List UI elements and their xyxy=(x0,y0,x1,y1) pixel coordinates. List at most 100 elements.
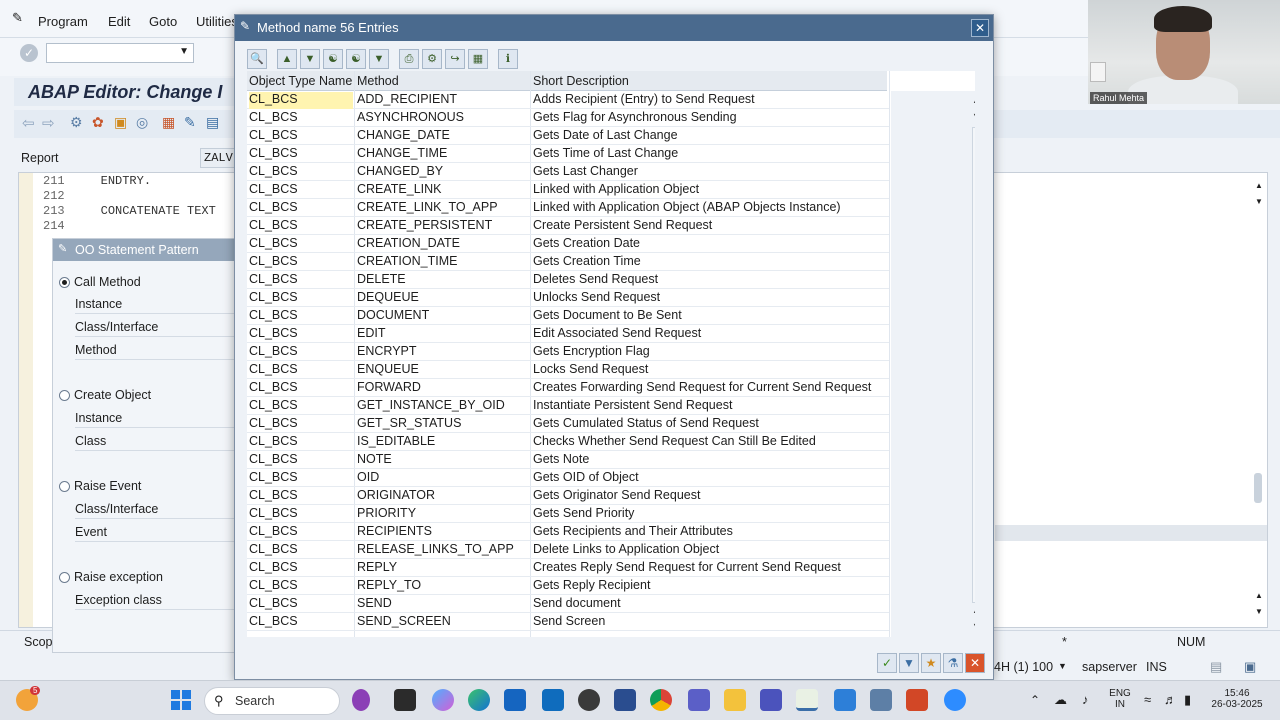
table-row[interactable]: CL_BCS ASYNCHRONOUS Gets Flag for Asynchro… xyxy=(247,109,889,127)
editor-scrollbar[interactable]: ▲ ▼ ▲ ▼ xyxy=(1251,173,1267,627)
table-row[interactable]: CL_BCS NOTE Gets Note xyxy=(247,451,889,469)
description-cell[interactable]: Gets Reply Recipient xyxy=(533,578,650,592)
method-cell[interactable]: CREATE_LINK xyxy=(357,182,442,196)
sap-gui-icon[interactable] xyxy=(796,689,818,711)
table-row[interactable]: CL_BCS REPLY Creates Reply Send Request fo… xyxy=(247,559,889,577)
method-cell[interactable]: ORIGINATOR xyxy=(357,488,435,502)
column-header[interactable]: Object Type Name xyxy=(249,74,352,88)
method-cell[interactable]: DEQUEUE xyxy=(357,290,419,304)
menu-edit[interactable]: Edit xyxy=(108,14,130,29)
teams-icon[interactable] xyxy=(760,689,782,711)
sap-editor-icon[interactable] xyxy=(870,689,892,711)
method-cell[interactable]: CREATION_TIME xyxy=(357,254,457,268)
column-header[interactable]: Short Description xyxy=(533,74,629,88)
cancel-button[interactable]: ✕ xyxy=(965,653,985,673)
table-row[interactable]: CL_BCS ADD_RECIPIENT Adds Recipient (Entry… xyxy=(247,91,889,109)
description-cell[interactable]: Checks Whether Send Request Can Still Be… xyxy=(533,434,816,448)
export-icon[interactable]: ↪ xyxy=(445,49,465,69)
language-indicator[interactable]: ENG IN xyxy=(1106,688,1134,710)
method-cell[interactable]: CREATE_PERSISTENT xyxy=(357,218,492,232)
object-type-cell[interactable]: CL_BCS xyxy=(249,236,353,253)
ribbon-icon[interactable] xyxy=(352,689,370,711)
object-type-cell[interactable]: CL_BCS xyxy=(249,182,353,199)
column-header[interactable]: Method xyxy=(357,74,399,88)
table-row[interactable]: CL_BCS CREATE_LINK Linked with Application… xyxy=(247,181,889,199)
object-type-cell[interactable]: CL_BCS xyxy=(249,290,353,307)
description-cell[interactable]: Edit Associated Send Request xyxy=(533,326,701,340)
description-cell[interactable]: Gets Recipients and Their Attributes xyxy=(533,524,733,538)
scroll-down-icon[interactable]: ▼ xyxy=(972,621,975,631)
object-type-cell[interactable]: CL_BCS xyxy=(249,326,353,343)
object-type-cell[interactable]: CL_BCS xyxy=(249,200,353,217)
object-type-cell[interactable]: CL_BCS xyxy=(249,254,353,271)
object-type-cell[interactable]: CL_BCS xyxy=(249,434,353,451)
sort-descending-icon[interactable]: ▼ xyxy=(300,49,320,69)
enter-icon[interactable]: ✓ xyxy=(20,44,38,62)
description-cell[interactable]: Locks Send Request xyxy=(533,362,648,376)
description-cell[interactable]: Delete Links to Application Object xyxy=(533,542,719,556)
description-cell[interactable]: Adds Recipient (Entry) to Send Request xyxy=(533,92,755,106)
method-cell[interactable]: CHANGE_DATE xyxy=(357,128,450,142)
radio-button[interactable] xyxy=(59,276,70,288)
description-cell[interactable]: Send document xyxy=(533,596,621,610)
description-cell[interactable]: Gets Send Priority xyxy=(533,506,634,520)
method-cell[interactable]: CHANGED_BY xyxy=(357,164,443,178)
powerpoint-icon[interactable] xyxy=(906,689,928,711)
clock[interactable]: 15:46 26-03-2025 xyxy=(1206,688,1268,710)
start-icon[interactable] xyxy=(170,689,192,711)
object-type-cell[interactable]: CL_BCS xyxy=(249,218,353,235)
radio-button[interactable] xyxy=(59,389,70,401)
chevron-up-icon[interactable]: ⌃ xyxy=(1030,693,1040,707)
description-cell[interactable]: Creates Reply Send Request for Current S… xyxy=(533,560,841,574)
scroll-up-icon[interactable]: ▲ xyxy=(972,95,975,105)
object-type-cell[interactable]: CL_BCS xyxy=(249,596,353,613)
description-cell[interactable]: Create Persistent Send Request xyxy=(533,218,712,232)
object-type-cell[interactable]: CL_BCS xyxy=(249,416,353,433)
table-row[interactable]: CL_BCS GET_SR_STATUS Gets Cumulated Status… xyxy=(247,415,889,433)
object-type-cell[interactable]: CL_BCS xyxy=(249,128,353,145)
chrome-icon[interactable] xyxy=(650,689,672,711)
object-type-cell[interactable]: CL_BCS xyxy=(249,308,353,325)
copilot-icon[interactable] xyxy=(432,689,454,711)
method-cell[interactable]: CREATION_DATE xyxy=(357,236,460,250)
method-cell[interactable]: REPLY xyxy=(357,560,397,574)
table-row[interactable]: CL_BCS IS_EDITABLE Checks Whether Send Req… xyxy=(247,433,889,451)
forward-arrow-icon[interactable]: ⇨ xyxy=(42,114,55,132)
method-cell[interactable]: CREATE_LINK_TO_APP xyxy=(357,200,498,214)
microphone-icon[interactable]: ♪ xyxy=(1082,692,1089,707)
table-row[interactable]: CL_BCS PRIORITY Gets Send Priority xyxy=(247,505,889,523)
description-cell[interactable]: Linked with Application Object (ABAP Obj… xyxy=(533,200,841,214)
description-cell[interactable]: Gets Note xyxy=(533,452,589,466)
description-cell[interactable]: Gets Document to Be Sent xyxy=(533,308,682,322)
object-type-cell[interactable]: CL_BCS xyxy=(249,344,353,361)
hierarchy-icon[interactable]: ▦ xyxy=(162,114,175,131)
print-icon[interactable]: ⎙ xyxy=(399,49,419,69)
info-icon[interactable]: ℹ xyxy=(498,49,518,69)
table-row[interactable]: CL_BCS EDIT Edit Associated Send Request xyxy=(247,325,889,343)
table-row[interactable]: CL_BCS DELETE Deletes Send Request xyxy=(247,271,889,289)
description-cell[interactable]: Gets Originator Send Request xyxy=(533,488,700,502)
scroll-down-icon[interactable]: ▼ xyxy=(972,111,975,121)
object-type-cell[interactable]: CL_BCS xyxy=(249,470,353,487)
object-type-cell[interactable]: CL_BCS xyxy=(249,110,353,127)
task-view-icon[interactable] xyxy=(394,689,416,711)
confirm-button[interactable]: ✓ xyxy=(877,653,897,673)
description-cell[interactable]: Gets Creation Date xyxy=(533,236,640,250)
method-cell[interactable]: SEND_SCREEN xyxy=(357,614,451,628)
find-next-icon[interactable]: ☯ xyxy=(346,49,366,69)
radio-call-method[interactable]: Call Method xyxy=(59,275,141,289)
description-cell[interactable]: Gets Encryption Flag xyxy=(533,344,650,358)
method-cell[interactable]: RELEASE_LINKS_TO_APP xyxy=(357,542,514,556)
radio-button[interactable] xyxy=(59,480,70,492)
close-icon[interactable]: ✕ xyxy=(975,21,985,35)
layout-icon[interactable]: ▤ xyxy=(1210,659,1222,675)
table-row[interactable]: CL_BCS DEQUEUE Unlocks Send Request xyxy=(247,289,889,307)
method-cell[interactable]: ENQUEUE xyxy=(357,362,419,376)
menu-utilities[interactable]: Utilities xyxy=(196,14,238,29)
zoom-icon[interactable]: 🔍 xyxy=(247,49,267,69)
description-cell[interactable]: Linked with Application Object xyxy=(533,182,699,196)
scroll-track[interactable] xyxy=(972,127,975,603)
table-row[interactable]: CL_BCS ORIGINATOR Gets Originator Send Req… xyxy=(247,487,889,505)
object-type-cell[interactable]: CL_BCS xyxy=(249,164,353,181)
radio-raise-exception[interactable]: Raise exception xyxy=(59,570,163,584)
